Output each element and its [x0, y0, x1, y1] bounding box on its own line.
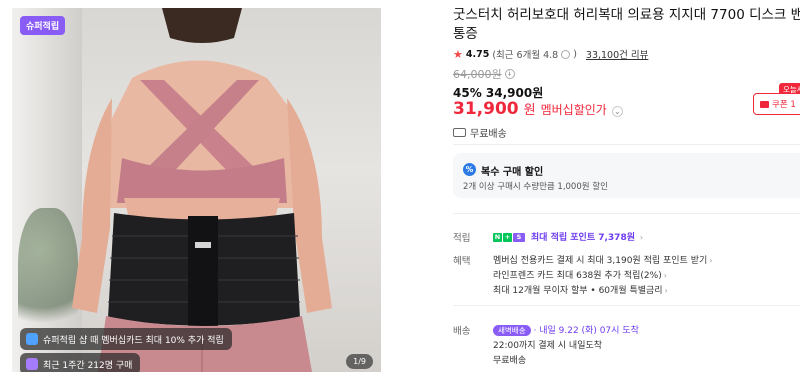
percent-icon: %: [463, 163, 476, 176]
membership-pill-text: 슈퍼적립 샵 때 멤버십카드 최대 10% 추가 적립: [43, 335, 224, 346]
info-icon[interactable]: i: [504, 69, 515, 79]
coupon-button[interactable]: 쿠폰 1: [753, 93, 800, 115]
member-price: 31,900: [453, 99, 519, 119]
truck-icon: [453, 128, 466, 137]
benefits-label: 혜택: [453, 256, 471, 267]
review-count-link[interactable]: 33,100건 리뷰: [586, 47, 648, 61]
delivery-fee: 무료배송: [493, 356, 527, 366]
original-price-row: 64,000원 i: [453, 66, 515, 82]
chevron-right-icon: ›: [663, 271, 667, 280]
delivery-label: 배송: [453, 326, 471, 337]
chevron-down-icon[interactable]: ⌄: [611, 106, 623, 117]
buyers-pill: 최근 1주간 212명 구매: [20, 353, 141, 372]
membership-pill[interactable]: 슈퍼적립 샵 때 멤버십카드 최대 10% 추가 적립: [20, 328, 232, 350]
star-icon: ★: [453, 47, 463, 61]
member-price-label: 멤버십할인가: [540, 103, 607, 117]
product-title-line1: 굿스터치 허리보호대 허리복대 의료용 지지대 7700 디스크 밴드: [453, 7, 800, 23]
rating-row: ★ 4.75 (최근 6개월 4.8 ) 33,100건 리뷰: [453, 47, 648, 62]
benefit-item[interactable]: 멤버십 전용카드 결제 시 최대 3,190원 적립 포인트 받기 ›: [493, 253, 712, 266]
product-title: 굿스터치 허리보호대 허리복대 의료용 지지대 7700 디스크 밴드 통증: [453, 6, 800, 44]
npay-badges: N + S: [493, 233, 525, 242]
super-icon: S: [513, 233, 525, 242]
benefit-item[interactable]: 최대 12개월 무이자 할부 • 60개월 특별금리 ›: [493, 283, 668, 296]
divider: [453, 213, 800, 214]
delivery-cutoff: 22:00까지 결제 시 내일도착: [493, 341, 603, 351]
original-price: 64,000원: [453, 68, 502, 81]
product-info-panel: 굿스터치 허리보호대 허리복대 의료용 지지대 7700 디스크 밴드 통증 ★…: [453, 0, 800, 372]
multi-purchase-desc: 2개 이상 구매시 수량만큼 1,000원 할인: [463, 182, 608, 192]
arrival-text: · 내일 9.22 (화) 07시 도착: [533, 326, 639, 336]
coupon-label: 쿠폰 1: [772, 100, 796, 110]
benefit-item-text: 라인프렌즈 카드 최대 638원 추가 적립(2%): [493, 271, 662, 281]
points-text: 최대 적립 포인트 7,378원: [530, 233, 635, 243]
chevron-right-icon: ›: [664, 286, 668, 295]
bag-icon: [26, 358, 38, 370]
benefit-item[interactable]: 라인프렌즈 카드 최대 638원 추가 적립(2%) ›: [493, 268, 667, 281]
shipping-text: 무료배송: [470, 129, 507, 140]
multi-purchase-title: 복수 구매 할인: [481, 167, 544, 178]
shipping-row: 무료배송: [453, 125, 507, 140]
n-pay-icon: N: [493, 233, 502, 242]
product-title-line2: 통증: [453, 26, 478, 42]
benefit-item-text: 최대 12개월 무이자 할부 • 60개월 특별금리: [493, 286, 663, 296]
image-counter: 1/9: [346, 354, 373, 369]
member-price-unit: 원: [523, 103, 536, 118]
points-label: 적립: [453, 233, 471, 244]
rating-detail: (최근 6개월 4.8: [492, 50, 559, 61]
card-icon: [26, 333, 38, 345]
info-icon[interactable]: [561, 49, 571, 59]
chevron-right-icon: ›: [639, 233, 644, 242]
plus-icon: +: [503, 233, 512, 242]
dawn-delivery-badge: 새벽배송: [493, 325, 531, 336]
rating-close: ): [573, 48, 577, 60]
delivery-row: 새벽배송 · 내일 9.22 (화) 07시 도착: [493, 323, 639, 336]
coupon-icon: [760, 100, 769, 108]
benefit-item-text: 멤버십 전용카드 결제 시 최대 3,190원 적립 포인트 받기: [493, 256, 708, 266]
divider: [453, 144, 800, 145]
member-price-row[interactable]: 31,900 원 멤버십할인가 ⌄: [453, 99, 623, 119]
model-figure: [72, 8, 332, 372]
points-row[interactable]: N + S 최대 적립 포인트 7,378원 ›: [493, 230, 643, 243]
product-image[interactable]: 슈퍼적립 슈퍼적립 샵 때 멤버십카드 최대 10% 추가 적립 최근 1주간 …: [12, 8, 381, 372]
divider: [453, 305, 800, 306]
rating-value: 4.75: [465, 48, 490, 60]
multi-purchase-box: % 복수 구매 할인 2개 이상 구매시 수량만큼 1,000원 할인: [453, 153, 800, 198]
super-point-badge: 슈퍼적립: [20, 16, 66, 35]
buyers-pill-text: 최근 1주간 212명 구매: [43, 360, 133, 371]
chevron-right-icon: ›: [709, 256, 713, 265]
